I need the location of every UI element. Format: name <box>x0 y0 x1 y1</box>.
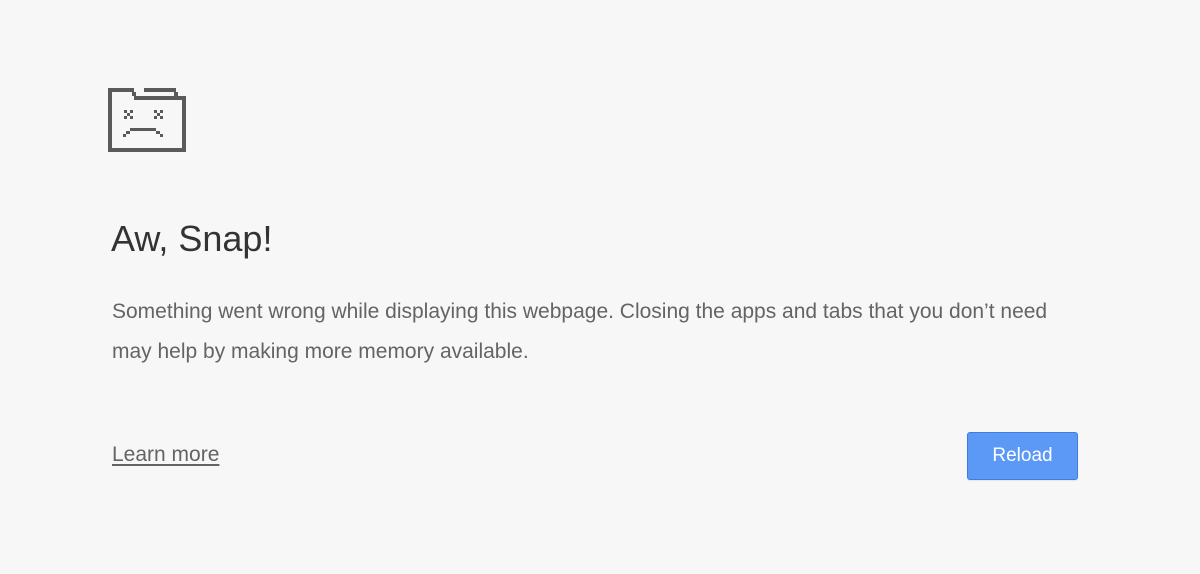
reload-button[interactable]: Reload <box>967 432 1078 480</box>
sad-tab-icon <box>108 88 188 152</box>
error-page: Aw, Snap! Something went wrong while dis… <box>0 0 1200 574</box>
error-title: Aw, Snap! <box>111 218 273 259</box>
error-message: Something went wrong while displaying th… <box>112 300 1048 363</box>
learn-more-link[interactable]: Learn more <box>112 443 219 467</box>
